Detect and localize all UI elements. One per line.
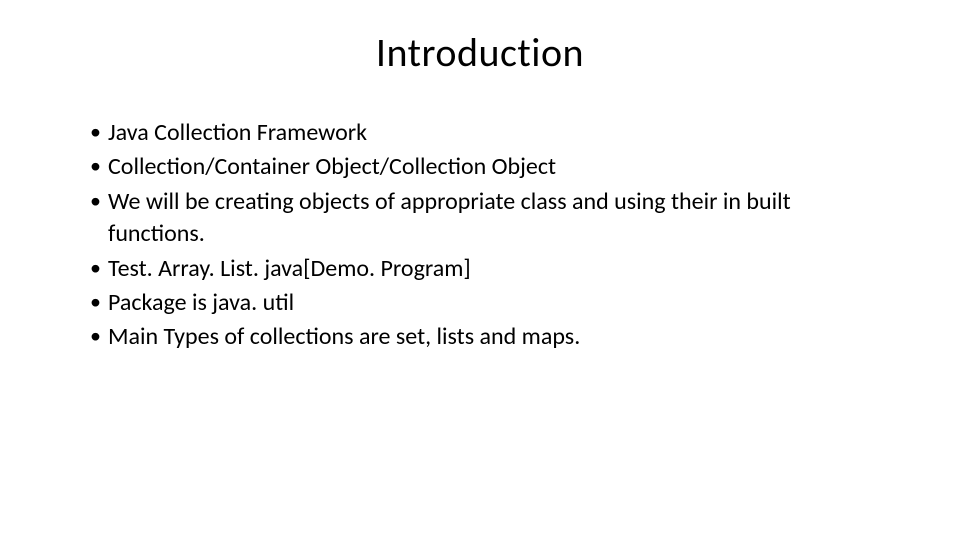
bullet-list: Java Collection Framework Collection/Con… bbox=[90, 117, 890, 354]
list-item: Test. Array. List. java[Demo. Program] bbox=[90, 253, 890, 285]
slide-content: Java Collection Framework Collection/Con… bbox=[70, 117, 890, 354]
list-item: We will be creating objects of appropria… bbox=[90, 186, 890, 251]
slide-title: Introduction bbox=[70, 28, 890, 77]
list-item: Java Collection Framework bbox=[90, 117, 890, 149]
list-item: Collection/Container Object/Collection O… bbox=[90, 151, 890, 183]
list-item: Package is java. util bbox=[90, 287, 890, 319]
list-item: Main Types of collections are set, lists… bbox=[90, 321, 890, 353]
slide-container: Introduction Java Collection Framework C… bbox=[0, 0, 960, 540]
